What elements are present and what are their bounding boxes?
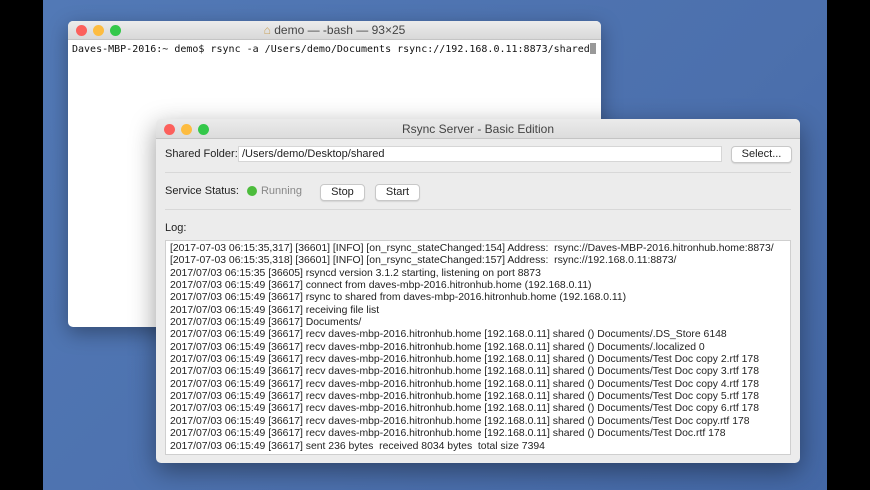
cursor	[589, 43, 596, 54]
stop-button[interactable]: Stop	[320, 184, 365, 201]
log-line: 2017/07/03 06:15:49 [36617] recv daves-m…	[170, 329, 727, 341]
log-line: 2017/07/03 06:15:49 [36617] rsync to sha…	[170, 292, 627, 304]
log-line: 2017/07/03 06:15:49 [36617] recv daves-m…	[170, 341, 705, 353]
close-button[interactable]	[164, 124, 175, 135]
command: rsync -a /Users/demo/Documents rsync://1…	[210, 44, 590, 55]
select-button[interactable]: Select...	[731, 146, 792, 163]
log-line: 2017/07/03 06:15:49 [36617] receiving fi…	[170, 304, 380, 316]
log-line: 2017/07/03 06:15:49 [36617] recv daves-m…	[170, 366, 759, 378]
log-view[interactable]: [2017-07-03 06:15:35,317] [36601] [INFO]…	[165, 240, 791, 455]
divider	[165, 172, 791, 173]
shared-folder-input[interactable]: /Users/demo/Desktop/shared	[238, 146, 722, 162]
app-title-bar[interactable]: Rsync Server - Basic Edition	[156, 119, 800, 139]
zoom-button[interactable]	[110, 25, 121, 36]
log-line: 2017/07/03 06:15:49 [36617] recv daves-m…	[170, 378, 759, 390]
log-line: 2017/07/03 06:15:49 [36617] recv daves-m…	[170, 354, 759, 366]
log-line: [2017-07-03 06:15:35,318] [36601] [INFO]…	[170, 255, 677, 267]
minimize-button[interactable]	[181, 124, 192, 135]
terminal-title-bar[interactable]: ⌂ demo — -bash — 93×25	[68, 21, 601, 40]
divider	[165, 209, 791, 210]
log-line: [2017-07-03 06:15:35,317] [36601] [INFO]…	[170, 243, 774, 254]
log-line: 2017/07/03 06:15:49 [36617] sent 236 byt…	[170, 440, 545, 452]
zoom-button[interactable]	[198, 124, 209, 135]
minimize-button[interactable]	[93, 25, 104, 36]
service-status-label: Service Status:	[165, 185, 239, 197]
status-indicator-icon	[246, 186, 257, 196]
log-line: 2017/07/03 06:15:49 [36617] recv daves-m…	[170, 428, 726, 440]
log-line: 2017/07/03 06:15:49 [36617] connect from…	[170, 280, 592, 292]
log-line: 2017/07/03 06:15:49 [36617] Documents/	[170, 317, 362, 329]
prompt: Daves-MBP-2016:~ demo$	[72, 44, 211, 55]
terminal-title: demo — -bash — 93×25	[274, 23, 406, 37]
log-line: 2017/07/03 06:15:49 [36617] recv daves-m…	[170, 403, 759, 415]
log-line: 2017/07/03 06:15:49 [36617] recv daves-m…	[170, 415, 750, 427]
terminal-content[interactable]: Daves-MBP-2016:~ demo$ rsync -a /Users/d…	[68, 40, 601, 58]
home-icon: ⌂	[263, 23, 271, 37]
shared-folder-label: Shared Folder:	[165, 148, 238, 160]
rsync-server-window[interactable]: Rsync Server - Basic Edition Shared Fold…	[156, 119, 800, 463]
app-title: Rsync Server - Basic Edition	[401, 122, 555, 136]
close-button[interactable]	[76, 25, 87, 36]
status-value: Running	[260, 185, 302, 197]
log-line: 2017/07/03 06:15:35 [36605] rsyncd versi…	[170, 267, 541, 279]
log-label: Log:	[165, 222, 187, 234]
log-line: 2017/07/03 06:15:49 [36617] recv daves-m…	[170, 391, 759, 403]
start-button[interactable]: Start	[375, 184, 420, 201]
